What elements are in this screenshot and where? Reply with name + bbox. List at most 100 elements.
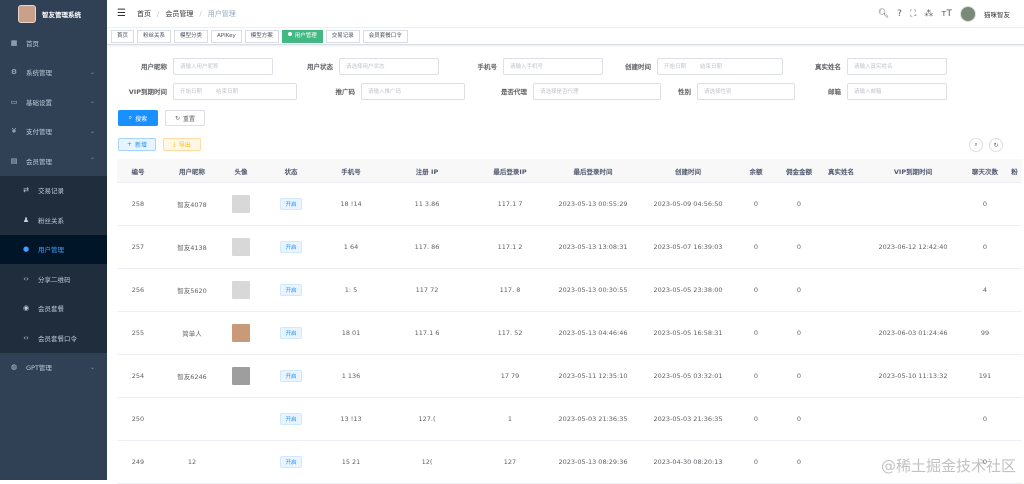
cell-chats: 99 xyxy=(980,329,990,337)
col-real-name[interactable]: 真实姓名 xyxy=(819,166,863,176)
col-commission[interactable]: 佣金金额 xyxy=(779,166,819,176)
target-icon: ◉ xyxy=(22,304,30,313)
col-last-login[interactable]: 最后登录时间 xyxy=(543,166,643,176)
col-fans[interactable]: 粉 xyxy=(1007,166,1022,176)
sidebar-item-user-management[interactable]: ● 用户管理 xyxy=(0,234,107,264)
tag-home[interactable]: 首页 xyxy=(111,29,135,43)
chevron-down-icon: ⌄ xyxy=(89,363,95,371)
avatar[interactable] xyxy=(960,6,976,22)
sidebar-item-payment[interactable]: ¥ 支付管理 ⌄ xyxy=(0,117,107,147)
user-icon: ● xyxy=(22,245,30,254)
cell-nickname: 智友6246 xyxy=(177,373,207,381)
real-name-input[interactable]: 请输入真实姓名 xyxy=(847,57,947,75)
col-vip-expire[interactable]: VIP到期时间 xyxy=(863,166,963,176)
user-group-icon: ♟ xyxy=(22,215,30,224)
vip-date-range[interactable]: 开始日期 结束日期 xyxy=(173,82,297,100)
cell-last-ip: 17 79 xyxy=(500,372,520,380)
breadcrumb-item[interactable]: 首页 xyxy=(137,9,151,19)
phone-input[interactable]: 请输入手机号 xyxy=(503,57,603,75)
sidebar-item-gpt[interactable]: ◍ GPT管理 ⌄ xyxy=(0,353,107,383)
help-icon[interactable]: ? xyxy=(897,9,902,19)
col-nickname[interactable]: 用户昵称 xyxy=(159,166,225,176)
add-button[interactable]: + 新增 xyxy=(118,138,156,151)
avatar-thumbnail[interactable] xyxy=(232,281,250,299)
export-button[interactable]: ⤓ 导出 xyxy=(163,138,201,151)
cell-chats: 0 xyxy=(982,243,988,251)
table-row[interactable]: 254 智友6246 开启 1 136 17 79 2023-05-11 12:35:10… xyxy=(117,355,1022,398)
cell-status: 开启 xyxy=(257,413,325,425)
search-button[interactable]: ⌕ 搜索 xyxy=(118,110,158,126)
status-select[interactable]: 请选择用户状态 xyxy=(339,57,439,75)
watermark: @稀土掘金技术社区 xyxy=(880,457,1016,475)
avatar-thumbnail[interactable] xyxy=(232,238,250,256)
avatar-thumbnail[interactable] xyxy=(232,324,250,342)
reset-button[interactable]: ↻ 重置 xyxy=(165,110,205,126)
table-row[interactable]: 258 智友4078 开启 18 !14 11 3.86 117.1 7 2023-05-1… xyxy=(117,183,1022,226)
start-date-placeholder: 开始日期 xyxy=(180,89,203,95)
created-date-range[interactable]: 开始日期 结束日期 xyxy=(657,57,783,75)
status-badge: 开启 xyxy=(280,327,302,339)
code-icon: ‹› xyxy=(23,274,29,283)
swap-icon: ⇄ xyxy=(23,186,29,195)
hamburger-icon[interactable]: ☰ xyxy=(117,8,137,19)
cell-last-login: 2023-05-13 00:55:29 xyxy=(558,200,628,208)
search-icon[interactable]: 🔍︎ xyxy=(878,9,889,19)
col-created[interactable]: 创建时间 xyxy=(643,166,733,176)
cell-phone: 1: 5 xyxy=(344,286,358,294)
fullscreen-icon[interactable]: ⛶ xyxy=(910,9,916,19)
sidebar-item-label: 支付管理 xyxy=(26,128,52,137)
tag-plan-codes[interactable]: 会员套餐口令 xyxy=(362,29,408,43)
table-row[interactable]: 257 智友4138 开启 1 64 117. 86 117.1 2 2023-05-13 … xyxy=(117,226,1022,269)
col-status[interactable]: 状态 xyxy=(257,166,325,176)
bell-icon[interactable]: ⁂ xyxy=(924,9,933,19)
sidebar-item-basic-settings[interactable]: ▭ 基础设置 ⌄ xyxy=(0,87,107,117)
tag-user-management[interactable]: 用户管理 xyxy=(281,29,323,43)
sidebar-item-members[interactable]: ▤ 会员管理 ⌃ xyxy=(0,146,107,176)
username[interactable]: 猫咪智友 xyxy=(984,9,1010,19)
refresh-table-icon[interactable]: ↻ xyxy=(989,138,1003,152)
promo-code-input[interactable]: 请输入推广码 xyxy=(361,82,465,100)
col-balance[interactable]: 余额 xyxy=(733,166,779,176)
cell-status: 开启 xyxy=(257,370,325,382)
tag-fans[interactable]: 粉丝关系 xyxy=(137,29,172,43)
brand[interactable]: 智友管理系统 xyxy=(0,0,107,28)
table-row[interactable]: 256 智友5620 开启 1: 5 117 72 117. 8 2023-05-13 00… xyxy=(117,269,1022,312)
cell-commission: 0 xyxy=(796,458,802,466)
tag-model-plan[interactable]: 模型方案 xyxy=(244,29,279,43)
table-row[interactable]: 250 开启 13 !13 127.(1 2023-05-03 21:36:35 2023… xyxy=(117,398,1022,441)
cell-commission: 0 xyxy=(796,200,802,208)
cell-created: 2023-05-05 23:38:00 xyxy=(653,286,723,294)
sidebar-item-home[interactable]: ▦ 首页 xyxy=(0,28,107,58)
tag-transactions[interactable]: 交易记录 xyxy=(325,29,360,43)
nickname-input[interactable]: 请输入用户昵称 xyxy=(173,57,273,75)
cell-last-login: 2023-05-13 00:30:55 xyxy=(558,286,628,294)
tag-apikey[interactable]: APIKey xyxy=(211,29,242,43)
cell-chats: 191 xyxy=(978,372,992,380)
brand-title: 智友管理系统 xyxy=(42,11,81,19)
col-phone[interactable]: 手机号 xyxy=(325,166,377,176)
avatar-thumbnail[interactable] xyxy=(232,195,250,213)
col-chats[interactable]: 聊天次数 xyxy=(963,166,1007,176)
table-row[interactable]: 255 简单人 开启 18 01 117.1 6 117. 52 2023-05-13 04… xyxy=(117,312,1022,355)
tag-model-category[interactable]: 模型分类 xyxy=(174,29,209,43)
cell-reg-ip: 117.1 6 xyxy=(414,329,440,337)
email-input[interactable]: 请输入邮箱 xyxy=(847,82,947,100)
sidebar-item-share-qrcode[interactable]: ‹› 分享二维码 xyxy=(0,264,107,294)
sidebar-item-member-plans[interactable]: ◉ 会员套餐 xyxy=(0,294,107,324)
cell-phone: 15 21 xyxy=(341,458,361,466)
cell-phone: 1 136 xyxy=(341,372,361,380)
sidebar-item-fans[interactable]: ♟ 粉丝关系 xyxy=(0,205,107,235)
avatar-thumbnail[interactable] xyxy=(232,367,250,385)
col-reg-ip[interactable]: 注册 IP xyxy=(377,166,477,176)
col-last-ip[interactable]: 最后登录IP xyxy=(477,166,543,176)
sidebar-item-system[interactable]: ⚙ 系统管理 ⌄ xyxy=(0,58,107,88)
users-table: 编号 用户昵称 头像 状态 手机号 注册 IP 最后登录IP 最后登录时间 创建… xyxy=(117,159,1022,484)
sidebar-item-plan-codes[interactable]: ‹› 会员套餐口令 xyxy=(0,323,107,353)
filter-real-name: 真实姓名 请输入真实姓名 xyxy=(781,57,947,75)
col-avatar[interactable]: 头像 xyxy=(225,166,257,176)
sidebar-submenu-members: ⇄ 交易记录 ♟ 粉丝关系 ● 用户管理 ‹› 分享二维码 ◉ 会员套餐 ‹› … xyxy=(0,175,107,353)
sidebar-item-transactions[interactable]: ⇄ 交易记录 xyxy=(0,176,107,206)
toggle-search-icon[interactable]: ⌕ xyxy=(969,138,983,152)
font-size-icon[interactable]: ᴛT xyxy=(941,9,952,19)
col-id[interactable]: 编号 xyxy=(117,166,159,176)
